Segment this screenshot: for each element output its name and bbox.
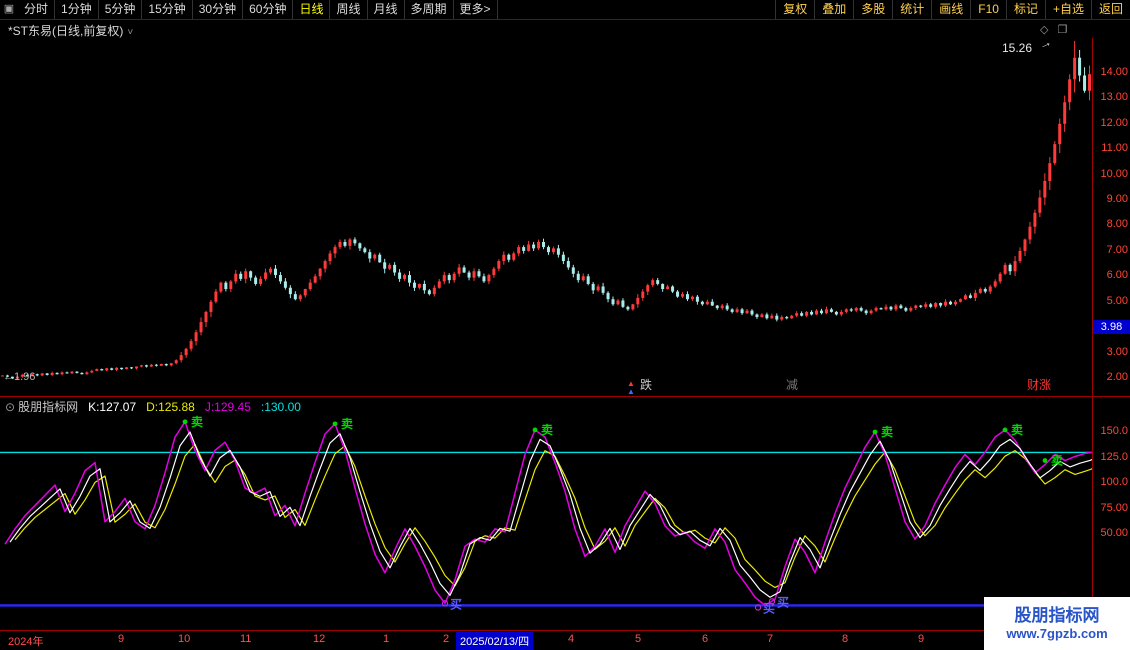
- time-axis-label: 2: [443, 633, 450, 645]
- kdj-indicator-chart[interactable]: 卖卖卖卖卖卖买买买: [0, 396, 1092, 630]
- menu-item-分时[interactable]: 分时: [18, 0, 56, 19]
- price-axis-label: 3.00: [1106, 345, 1128, 358]
- indicator-value: :130.00: [260, 400, 301, 414]
- time-axis-label: 1: [383, 633, 390, 645]
- page-icon[interactable]: ❐: [1057, 23, 1067, 36]
- menu-item-画线[interactable]: 画线: [931, 0, 970, 19]
- price-axis-label: 13.00: [1100, 91, 1128, 104]
- menu-item-日线[interactable]: 日线: [293, 0, 331, 19]
- price-tag: 3.98: [1093, 319, 1130, 334]
- indicator-axis-label: 50.00: [1100, 527, 1128, 539]
- time-axis-label: 2024年: [8, 636, 44, 648]
- svg-text:←1.96: ←1.96: [3, 371, 35, 383]
- svg-text:卖: 卖: [1011, 422, 1023, 437]
- time-axis-label: 12: [313, 633, 326, 645]
- svg-text:卖: 卖: [191, 414, 203, 429]
- diamond-icon[interactable]: ◇: [1040, 23, 1048, 36]
- panel-divider-top: [0, 396, 1130, 397]
- menu-item-60分钟[interactable]: 60分钟: [243, 0, 294, 19]
- crosshair-date-badge: 2025/02/13/四: [456, 632, 534, 650]
- price-axis-label: 14.00: [1100, 65, 1128, 78]
- menu-item-多股[interactable]: 多股: [853, 0, 892, 19]
- svg-text:卖: 卖: [341, 416, 353, 431]
- period-menu: 分时 1分钟 5分钟 15分钟 30分钟 60分钟 日线 周线 月线 多周期 更多>: [18, 0, 498, 19]
- menu-item-标记[interactable]: 标记: [1005, 0, 1045, 19]
- time-axis-label: 5: [635, 633, 642, 645]
- axis-separator-line: [1092, 38, 1093, 650]
- watermark: 股朋指标网 www.7gpzb.com: [984, 597, 1130, 650]
- candlestick-chart[interactable]: 15.26 →←1.96▲▲ 跌减财涨: [0, 38, 1092, 396]
- svg-text:15.26: 15.26: [1002, 41, 1032, 55]
- watermark-site-name: 股朋指标网: [1014, 605, 1100, 625]
- indicator-axis-label: 100.0: [1100, 476, 1128, 488]
- svg-text:跌: 跌: [640, 377, 652, 392]
- indicator-axis-label: 150.0: [1100, 425, 1128, 437]
- time-axis-label: 6: [702, 633, 709, 645]
- price-axis-label: 11.00: [1101, 142, 1128, 155]
- indicator-value: D:125.88: [146, 400, 195, 414]
- time-axis: 2025/02/13/四 2024年 9 10 11 12 1 2 4 5 6 7 8 9: [0, 631, 1130, 650]
- indicator-value: J:129.45: [204, 400, 251, 414]
- menu-item-15分钟[interactable]: 15分钟: [142, 0, 193, 19]
- indicator-name[interactable]: 股朋指标网: [18, 400, 78, 414]
- window-icon[interactable]: ▣: [0, 0, 18, 19]
- menu-item-1分钟[interactable]: 1分钟: [55, 0, 99, 19]
- time-axis-label: 9: [918, 633, 925, 645]
- price-axis-label: 10.00: [1100, 167, 1128, 180]
- price-axis-label: 9.00: [1106, 193, 1128, 206]
- svg-text:卖: 卖: [541, 422, 553, 437]
- price-axis-label: 6.00: [1106, 269, 1128, 282]
- chart-corner-icons: ◇ ❐: [1040, 23, 1067, 36]
- svg-text:买: 买: [450, 597, 462, 611]
- price-axis-label: 12.00: [1100, 116, 1128, 129]
- stock-titlebar: *ST东易(日线,前复权) ˅: [8, 22, 133, 39]
- menu-item-30分钟[interactable]: 30分钟: [193, 0, 244, 19]
- menu-item-返回[interactable]: 返回: [1090, 0, 1130, 19]
- indicator-axis-label: 125.0: [1100, 450, 1128, 463]
- svg-text:卖: 卖: [1051, 453, 1063, 468]
- indicator-axis-label: 75.00: [1100, 501, 1128, 514]
- price-axis-label: 7.00: [1106, 243, 1128, 256]
- indicator-titlebar: ⊙ 股朋指标网 K:127.07 D:125.88 J:129.45 :130.00: [5, 398, 311, 415]
- indicator-values: K:127.07 D:125.88 J:129.45 :130.00: [88, 400, 311, 414]
- time-axis-label: 10: [178, 633, 191, 645]
- stock-title: *ST东易(日线,前复权): [8, 24, 124, 38]
- menubar: ▣ 分时 1分钟 5分钟 15分钟 30分钟 60分钟 日线 周线 月线 多周期 更多> 复权 叠加多…: [0, 0, 1130, 20]
- trading-app-window: ▣ 分时 1分钟 5分钟 15分钟 30分钟 60分钟 日线 周线 月线 多周期 更多> 复权 叠加多…: [0, 0, 1130, 650]
- menu-item-复权[interactable]: 复权: [775, 0, 814, 19]
- price-axis-label: 2.00: [1106, 371, 1128, 383]
- menu-item-+自选[interactable]: +自选: [1044, 0, 1091, 19]
- svg-text:减: 减: [786, 378, 798, 392]
- svg-text:买: 买: [777, 595, 789, 609]
- time-axis-label: 4: [568, 633, 575, 645]
- menu-item-F10[interactable]: F10: [970, 0, 1006, 19]
- watermark-url: www.7gpzb.com: [1006, 625, 1108, 641]
- price-tag-value: 3.98: [1100, 320, 1123, 333]
- price-axis-label: 8.00: [1106, 218, 1128, 231]
- menu-item-5分钟[interactable]: 5分钟: [99, 0, 143, 19]
- menu-item-更多>[interactable]: 更多>: [454, 0, 498, 19]
- time-axis-label: 9: [118, 633, 125, 645]
- svg-text:卖: 卖: [881, 424, 893, 439]
- svg-text:财涨: 财涨: [1027, 377, 1051, 392]
- time-axis-label: 7: [767, 633, 774, 645]
- menu-item-叠加[interactable]: 叠加: [814, 0, 853, 19]
- tools-menu: 复权 叠加 多股 统计 画线 F10 标记 +自选 返回: [775, 0, 1130, 19]
- price-axis-label: 5.00: [1106, 294, 1128, 307]
- menu-item-统计[interactable]: 统计: [892, 0, 931, 19]
- time-axis-label: 8: [842, 633, 849, 645]
- time-axis-label: 11: [240, 633, 252, 645]
- chevron-down-icon[interactable]: ˅: [127, 27, 133, 38]
- svg-text:→: →: [1036, 38, 1054, 53]
- indicator-value: K:127.07: [88, 400, 137, 414]
- menu-item-周线[interactable]: 周线: [330, 0, 368, 19]
- indicator-toggle-icon[interactable]: ⊙: [5, 400, 15, 414]
- svg-text:▲: ▲: [627, 387, 635, 396]
- menu-item-月线[interactable]: 月线: [368, 0, 405, 19]
- menu-item-多周期[interactable]: 多周期: [405, 0, 454, 19]
